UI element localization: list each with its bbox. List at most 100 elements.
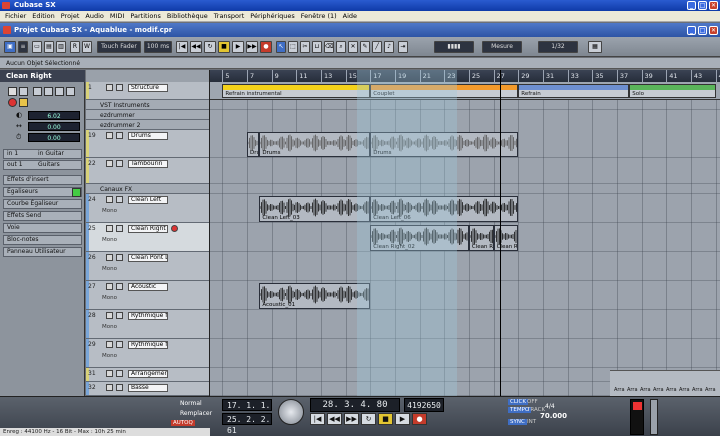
overview-toggle-button[interactable]: ▭ [32,41,42,53]
menu-fenetre[interactable]: Fenêtre (1) [298,12,340,20]
inspector-delay-value[interactable]: 0.00 [28,133,80,142]
track-mute-button[interactable] [106,370,113,377]
inspector-mute-button[interactable] [8,87,17,96]
inspector-section-eq[interactable]: Égaliseurs [3,187,82,197]
maximize-button[interactable]: □ [698,1,707,10]
inspector-read-button[interactable] [33,87,42,96]
track-row-selected[interactable]: 25 Clean Right Mono [86,223,209,252]
transport-record-button[interactable]: ● [412,413,427,425]
menu-peripheriques[interactable]: Périphériques [247,12,298,20]
inspector-track-name[interactable]: Clean Right [0,70,85,82]
menu-partitions[interactable]: Partitions [127,12,163,20]
menu-bibliotheque[interactable]: Bibliothèque [164,12,211,20]
minimize-button[interactable]: _ [687,1,696,10]
inspector-section-sends[interactable]: Effets Send [3,211,82,221]
inspector-lock-button[interactable] [66,87,75,96]
rewind-button[interactable]: ◀◀ [190,41,202,53]
timeline-ruler[interactable]: 579111315171921232527293133353739414345 [210,70,720,82]
inspector-volume-value[interactable]: 6.02 [28,111,80,120]
mode-normal-label[interactable]: Normal [180,400,202,407]
event-display[interactable]: DrumDrumsDrumsClean Left_03Clean Left_06… [210,100,720,396]
play-button[interactable]: ▶ [232,41,244,53]
menu-transport[interactable]: Transport [211,12,248,20]
fast-forward-button[interactable]: ▶▶ [246,41,258,53]
track-solo-button[interactable] [116,254,123,261]
track-name[interactable]: Drums [128,132,168,140]
erase-tool[interactable]: ⌫ [324,41,334,53]
track-mute-button[interactable] [106,196,113,203]
audio-event[interactable]: Clean Rig [468,225,494,251]
automation-mode-select[interactable]: Touch Fader [97,41,141,53]
right-locator-display[interactable]: 25. 2. 2. 61 [222,413,272,435]
marker-region[interactable]: Refrain [518,84,630,98]
info-line-toggle-button[interactable]: ≡ [18,41,28,53]
track-solo-button[interactable] [116,341,123,348]
glue-tool[interactable]: ⊔ [312,41,322,53]
draw-tool[interactable]: ✎ [360,41,370,53]
transport-go-start-button[interactable]: |◀ [310,413,325,425]
track-name[interactable]: Rythmique fin [128,341,168,349]
position-display[interactable]: 28. 3. 4. 80 [310,398,400,412]
project-close-button[interactable]: ✕ [709,26,718,35]
signature-display[interactable]: 4/4 [545,403,555,410]
zoom-tool[interactable]: ⌕ [336,41,346,53]
left-locator-display[interactable]: 17. 1. 1. 0 [222,399,272,421]
click-label[interactable]: CLICK [508,399,528,405]
transport-cycle-button[interactable]: ↻ [361,413,376,425]
object-selection-tool[interactable]: ↖ [276,41,286,53]
menu-edition[interactable]: Edition [29,12,58,20]
marker-region[interactable]: Refrain instrumental [222,84,371,98]
menu-projet[interactable]: Projet [58,12,83,20]
track-row[interactable]: 1 Structure [86,82,209,100]
track-solo-button[interactable] [116,225,123,232]
track-mute-button[interactable] [106,254,113,261]
menu-midi[interactable]: MIDI [107,12,127,20]
track-name[interactable]: Tambourin [128,160,168,168]
project-cursor[interactable] [500,70,501,396]
track-name[interactable]: Arrangements [128,370,168,378]
track-mute-button[interactable] [106,225,113,232]
track-name[interactable]: Rythmique fin [128,312,168,320]
tempo-display[interactable]: 70.000 [540,412,567,420]
inspector-edit-button[interactable] [55,87,64,96]
inspector-section-eq-curve[interactable]: Courbe Égaliseur [3,199,82,209]
menu-aide[interactable]: Aide [340,12,360,20]
track-mute-button[interactable] [106,341,113,348]
track-row[interactable]: 28 Rythmique fin Mono [86,310,209,339]
latency-select[interactable]: 100 ms [144,41,172,53]
line-tool[interactable]: ╱ [372,41,382,53]
jog-wheel[interactable] [278,399,304,425]
track-name[interactable]: Clean Right [128,225,168,233]
track-solo-button[interactable] [116,160,123,167]
stop-button[interactable]: ■ [218,41,230,53]
mode-replace-label[interactable]: Remplacer [180,410,212,417]
track-solo-button[interactable] [116,283,123,290]
track-row[interactable]: 19 Drums [86,130,209,158]
auto-scroll-button[interactable]: ⇥ [398,41,408,53]
eq-bypass-icon[interactable] [72,188,81,197]
audio-event[interactable]: Drums [259,132,371,157]
project-maximize-button[interactable]: □ [698,26,707,35]
track-row[interactable]: 24 Clean Left Mono [86,194,209,223]
menu-fichier[interactable]: Fichier [2,12,29,20]
track-row[interactable]: 29 Rythmique fin Mono [86,339,209,368]
inspector-output-routing[interactable]: out 1 Guitars [3,160,82,170]
inspector-section-user-panel[interactable]: Panneau Utilisateur [3,247,82,257]
track-row[interactable]: 31 Arrangements [86,368,209,382]
auto-quantize-button[interactable]: AUTOQ [171,420,195,426]
inspector-section-channel[interactable]: Voie [3,223,82,233]
close-button[interactable]: ✕ [709,1,718,10]
track-mute-button[interactable] [106,283,113,290]
folder-row[interactable]: ezdrummer 2 [86,120,209,130]
samples-display[interactable]: 4192650 [404,398,444,412]
inspector-write-button[interactable] [44,87,53,96]
track-name[interactable]: Structure [128,84,168,92]
inspector-pan-value[interactable]: 0.00 [28,122,80,131]
audio-event[interactable]: Clean Left_03 [259,196,371,222]
track-name[interactable]: Clean Pont Left [128,254,168,262]
sync-label[interactable]: SYNC [508,419,527,425]
quantize-select[interactable]: 1/32 [538,41,578,53]
color-palette-button[interactable]: ▦ [588,41,602,53]
project-minimize-button[interactable]: _ [687,26,696,35]
mixer-button[interactable]: ▥ [56,41,66,53]
